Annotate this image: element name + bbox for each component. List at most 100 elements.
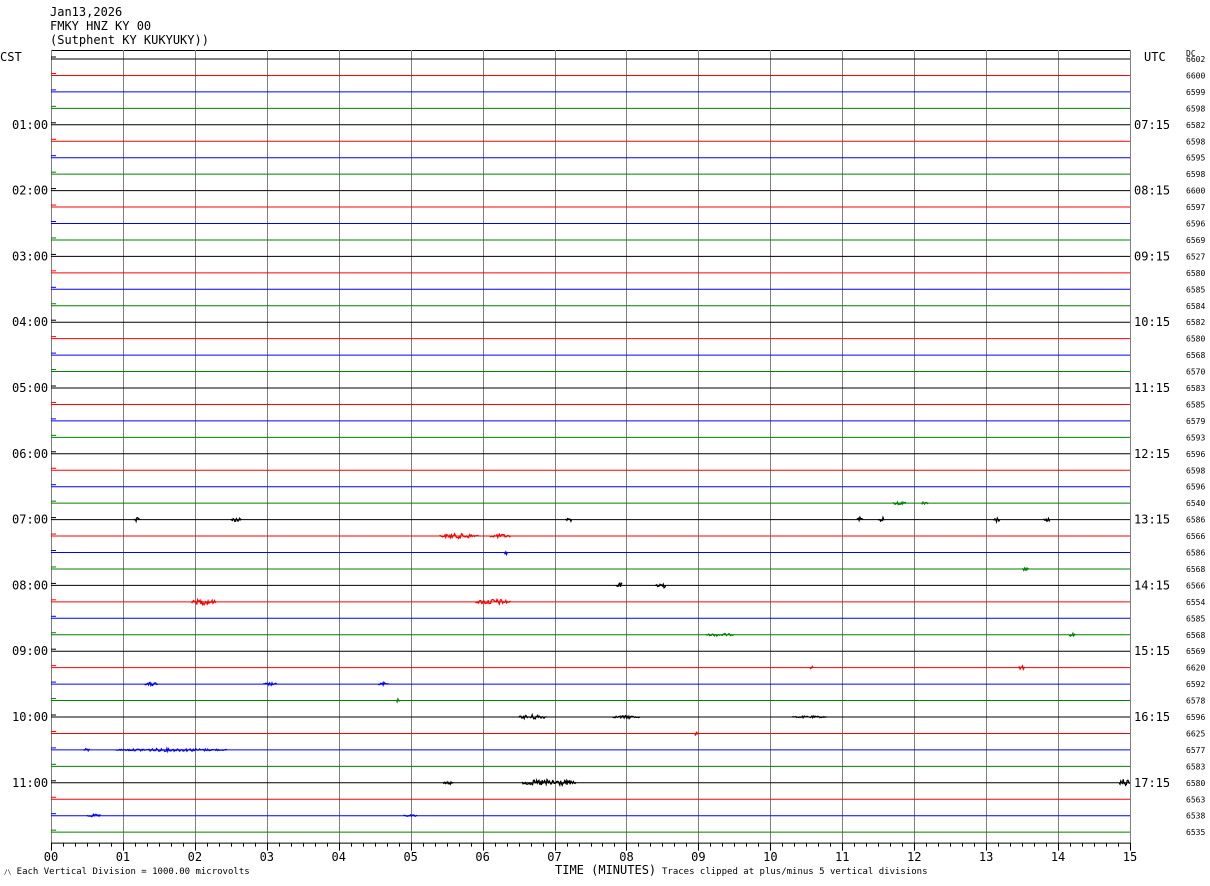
dc-offset-label: 6600 (1186, 71, 1205, 80)
dc-offset-label: 6586 (1186, 516, 1205, 525)
seismic-event (809, 665, 814, 670)
dc-offset-label: 6586 (1186, 549, 1205, 558)
x-tick-label: 13 (979, 850, 993, 864)
dc-offset-label: 6569 (1186, 236, 1205, 245)
dc-offset-label: 6625 (1186, 729, 1205, 738)
dc-offset-label: 6598 (1186, 104, 1205, 113)
x-tick-label: 12 (907, 850, 921, 864)
left-time-label: 01:00 (12, 118, 48, 132)
seismic-event (395, 697, 400, 704)
scale-note-text: Each Vertical Division = 1000.00 microvo… (16, 867, 250, 877)
right-time-label: 16:15 (1134, 710, 1170, 724)
seismic-event (230, 516, 242, 523)
dc-offset-label: 6595 (1186, 154, 1205, 163)
dc-offset-label: 6563 (1186, 795, 1205, 804)
dc-offset-label: 6566 (1186, 532, 1205, 541)
x-tick-label: 14 (1051, 850, 1065, 864)
seismic-event (791, 714, 828, 720)
x-tick-label: 04 (332, 850, 346, 864)
right-time-label: 17:15 (1134, 776, 1170, 790)
left-time-label: 05:00 (12, 381, 48, 395)
dc-offset-label: 6579 (1186, 417, 1205, 426)
x-tick-label: 07 (547, 850, 561, 864)
seismic-event (518, 712, 547, 721)
right-time-label: 08:15 (1134, 184, 1170, 198)
seismic-event (263, 681, 277, 687)
dc-offset-label: 6599 (1186, 88, 1205, 97)
x-tick-label: 02 (188, 850, 202, 864)
dc-offset-label: 6593 (1186, 433, 1205, 442)
x-tick-label: 01 (116, 850, 130, 864)
dc-offset-label: 6582 (1186, 318, 1205, 327)
dc-offset-label: 6580 (1186, 335, 1205, 344)
seismic-event (83, 747, 90, 753)
x-tick-label: 03 (260, 850, 274, 864)
dc-offset-label: 6568 (1186, 565, 1205, 574)
dc-offset-label: 6620 (1186, 664, 1205, 673)
dc-offset-label: 6585 (1186, 614, 1205, 623)
seismic-event (378, 680, 389, 688)
left-time-label: 04:00 (12, 315, 48, 329)
left-time-label: 11:00 (12, 776, 48, 790)
right-time-label: 13:15 (1134, 513, 1170, 527)
dc-offset-label: 6582 (1186, 121, 1205, 130)
dc-offset-label: 6554 (1186, 598, 1205, 607)
seismic-event (993, 516, 1001, 525)
x-tick-label: 11 (835, 850, 849, 864)
seismic-event (1018, 664, 1026, 671)
right-time-label: 10:15 (1134, 315, 1170, 329)
dc-offset-label: 6585 (1186, 400, 1205, 409)
dc-offset-label: 6596 (1186, 450, 1205, 459)
scale-note-mark: /\ (4, 869, 12, 876)
left-time-label: 03:00 (12, 249, 48, 263)
right-time-label: 14:15 (1134, 578, 1170, 592)
right-time-label: 11:15 (1134, 381, 1170, 395)
dc-offset-label: 6596 (1186, 713, 1205, 722)
helicorder-plot: 00 01 02 03 04 05 06 07 08 09 10 11 12 13 14 15 01:00 02:… (12, 50, 1205, 864)
dc-offset-label: 6527 (1186, 252, 1205, 261)
dc-offset-label: 6598 (1186, 137, 1205, 146)
dc-offset-label: 6569 (1186, 647, 1205, 656)
x-axis-title: TIME (MINUTES) (555, 863, 657, 877)
dc-offset-label: 6598 (1186, 466, 1205, 475)
right-time-label: 09:15 (1134, 249, 1170, 263)
seismic-event (503, 550, 508, 557)
x-tick-label: 09 (691, 850, 705, 864)
x-tick-label: 10 (763, 850, 777, 864)
right-time-label: 12:15 (1134, 447, 1170, 461)
scale-note: /\ Each Vertical Division = 1000.00 micr… (4, 867, 250, 878)
dc-offset-label: 6602 (1186, 55, 1205, 64)
dc-offset-label: 6538 (1186, 812, 1205, 821)
seismic-event (439, 532, 479, 540)
seismic-event (133, 516, 141, 524)
right-time-label: 15:15 (1134, 644, 1170, 658)
dc-offset-label: 6570 (1186, 368, 1205, 377)
left-time-label: 08:00 (12, 578, 48, 592)
dc-offset-label: 6597 (1186, 203, 1205, 212)
x-tick-label: 05 (403, 850, 417, 864)
dc-offset-label: 6592 (1186, 680, 1205, 689)
right-time-label: 07:15 (1134, 118, 1170, 132)
seismic-event (615, 581, 623, 588)
left-time-label: 09:00 (12, 644, 48, 658)
dc-offset-label: 6585 (1186, 285, 1205, 294)
dc-offset-label: 6568 (1186, 631, 1205, 640)
dc-offset-label: 6580 (1186, 779, 1205, 788)
clip-note: Traces clipped at plus/minus 5 vertical … (662, 867, 928, 877)
left-time-label: 02:00 (12, 184, 48, 198)
seismic-event (442, 780, 454, 786)
dc-offset-label: 6596 (1186, 220, 1205, 229)
left-time-label: 06:00 (12, 447, 48, 461)
x-tick-label: 15 (1123, 850, 1137, 864)
x-tick-label: 06 (475, 850, 489, 864)
seismic-event (655, 582, 667, 589)
dc-offset-label: 6583 (1186, 762, 1205, 771)
dc-offset-label: 6598 (1186, 170, 1205, 179)
seismic-event (1021, 566, 1029, 572)
dc-offset-label: 6584 (1186, 302, 1205, 311)
seismic-event (705, 632, 734, 638)
dc-offset-label: 6596 (1186, 483, 1205, 492)
dc-offset-label: 6577 (1186, 746, 1205, 755)
left-time-label: 07:00 (12, 513, 48, 527)
seismic-event (611, 714, 641, 720)
